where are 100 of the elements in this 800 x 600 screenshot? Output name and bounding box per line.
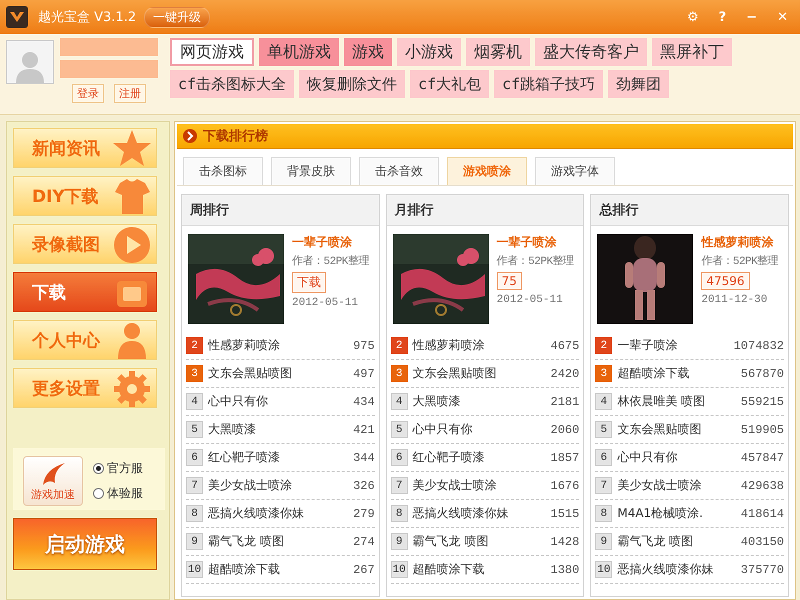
ranking-item-link[interactable]: 文东会黑贴喷图 <box>208 365 348 382</box>
download-count: 326 <box>353 478 375 492</box>
ranking-item-link[interactable]: 心中只有你 <box>617 449 736 466</box>
tag-link[interactable]: 小游戏 <box>397 38 461 66</box>
rank-badge: 8 <box>390 505 408 522</box>
tag-link[interactable]: 单机游戏 <box>259 38 339 66</box>
rank-badge: 9 <box>595 533 612 550</box>
accelerate-button[interactable]: 游戏加速 <box>23 456 83 506</box>
download-count: 975 <box>353 338 375 352</box>
download-count: 1515 <box>550 506 580 520</box>
ranking-header: 周排行 <box>182 195 379 226</box>
ranking-item-link[interactable]: 美少女战士喷涂 <box>617 477 736 494</box>
radio-button[interactable] <box>93 463 104 474</box>
rank-badge: 9 <box>186 533 203 550</box>
rank-badge: 5 <box>186 421 203 438</box>
download-count: 1676 <box>550 478 580 492</box>
download-count: 1380 <box>550 562 580 576</box>
rank-badge: 10 <box>390 561 408 578</box>
tab[interactable]: 游戏字体 <box>535 157 615 185</box>
rank-badge: 5 <box>390 421 408 438</box>
tag-link[interactable]: cf大礼包 <box>410 70 490 98</box>
ranking-item-link[interactable]: 文东会黑贴喷图 <box>617 421 736 438</box>
ranking-item-link[interactable]: 红心靶子喷漆 <box>412 449 546 466</box>
rank-badge: 3 <box>390 365 408 382</box>
rank-badge: 10 <box>186 561 203 578</box>
ranking-item-link[interactable]: 性感萝莉喷涂 <box>412 337 546 354</box>
author-label: 作者：52PK整理 <box>496 254 574 268</box>
radio-button[interactable] <box>93 488 104 499</box>
ranking-item-link[interactable]: 红心靶子喷漆 <box>208 449 348 466</box>
ranking-item-link[interactable]: 霸气飞龙 喷图 <box>208 533 348 550</box>
window-title: 越光宝盒 V3.1.2 <box>38 9 136 26</box>
ranking-item-link[interactable]: 恶搞火线喷漆你妹 <box>617 561 736 578</box>
ranking-item-link[interactable]: 林依晨唯美 喷图 <box>617 393 736 410</box>
author-label: 作者：52PK整理 <box>292 254 369 268</box>
ranking-item-link[interactable]: 超酷喷涂下载 <box>208 561 348 578</box>
username-field[interactable] <box>60 38 158 56</box>
play-icon <box>112 225 152 263</box>
rank-badge: 7 <box>595 477 612 494</box>
app-logo-icon <box>6 6 28 28</box>
download-count: 375770 <box>740 562 784 576</box>
download-count: 403150 <box>740 534 784 548</box>
download-count: 457847 <box>740 450 784 464</box>
password-field[interactable] <box>60 60 158 78</box>
download-count: 559215 <box>740 394 784 408</box>
download-count: 497 <box>353 366 375 380</box>
ranking-item-link[interactable]: 美少女战士喷涂 <box>412 477 546 494</box>
ranking-item-link[interactable]: 大黑喷漆 <box>412 393 546 410</box>
tag-link[interactable]: cf击杀图标大全 <box>170 70 294 98</box>
tag-link[interactable]: 盛大传奇客户 <box>535 38 647 66</box>
rank-badge: 2 <box>186 337 203 354</box>
ranking-item-link[interactable]: 霸气飞龙 喷图 <box>617 533 736 550</box>
tag-link[interactable]: cf跳箱子技巧 <box>494 70 604 98</box>
rank-badge: 4 <box>390 393 408 410</box>
download-button[interactable]: 47596 <box>701 272 750 290</box>
ranking-item-link[interactable]: 霸气飞龙 喷图 <box>412 533 546 550</box>
ranking-item-link[interactable]: M4A1枪械喷涂. <box>617 505 736 522</box>
ranking-item-link[interactable]: 心中只有你 <box>412 421 546 438</box>
rank-badge: 9 <box>390 533 408 550</box>
tag-link[interactable]: 黑屏补丁 <box>652 38 732 66</box>
download-count: 1074832 <box>734 338 784 352</box>
ranking-item-link[interactable]: 超酷喷涂下载 <box>412 561 546 578</box>
ranking-item-link[interactable]: 大黑喷漆 <box>208 421 348 438</box>
chevron-icon <box>183 129 197 143</box>
ranking-item-link[interactable]: 恶搞火线喷漆你妹 <box>412 505 546 522</box>
download-button[interactable]: 下载 <box>292 272 326 293</box>
rank-badge: 6 <box>186 449 203 466</box>
tag-link[interactable]: 烟雾机 <box>466 38 530 66</box>
download-count: 2420 <box>550 366 580 380</box>
login-button[interactable]: 登录 <box>72 84 104 103</box>
ranking-item-link[interactable]: 超酷喷涂下载 <box>617 365 736 382</box>
download-count: 429638 <box>740 478 784 492</box>
rank-badge: 5 <box>595 421 612 438</box>
radio-label: 体验服 <box>107 485 143 502</box>
rank-badge: 8 <box>186 505 203 522</box>
tab[interactable]: 击杀图标 <box>183 157 263 185</box>
tag-link[interactable]: 劲舞团 <box>608 70 670 98</box>
rank-badge: 4 <box>595 393 612 410</box>
ranking-item-link[interactable]: 恶搞火线喷漆你妹 <box>208 505 348 522</box>
ranking-item-link[interactable]: 美少女战士喷涂 <box>208 477 348 494</box>
tab[interactable]: 背景皮肤 <box>271 157 351 185</box>
tag-link[interactable]: 网页游戏 <box>170 38 254 66</box>
download-button[interactable]: 75 <box>496 272 522 290</box>
ranking-item-link[interactable]: 心中只有你 <box>208 393 348 410</box>
date-label: 2012-05-11 <box>496 294 564 306</box>
rank-badge: 7 <box>186 477 203 494</box>
rank-badge: 6 <box>390 449 408 466</box>
download-count: 418614 <box>740 506 784 520</box>
download-count: 1857 <box>550 450 580 464</box>
tag-link[interactable]: 恢复删除文件 <box>299 70 406 98</box>
ranking-item-link[interactable]: 文东会黑贴喷图 <box>412 365 546 382</box>
rank-badge: 4 <box>186 393 203 410</box>
ranking-item-link[interactable]: 一辈子喷涂 <box>617 337 729 354</box>
register-button[interactable]: 注册 <box>114 84 146 103</box>
ranking-item-link[interactable]: 性感萝莉喷涂 <box>208 337 348 354</box>
rank-badge: 2 <box>595 337 612 354</box>
download-count: 2060 <box>550 422 580 436</box>
tag-link[interactable]: 游戏 <box>344 38 392 66</box>
tab[interactable]: 击杀音效 <box>359 157 439 185</box>
download-count: 279 <box>353 506 375 520</box>
rank-badge: 2 <box>390 337 408 354</box>
